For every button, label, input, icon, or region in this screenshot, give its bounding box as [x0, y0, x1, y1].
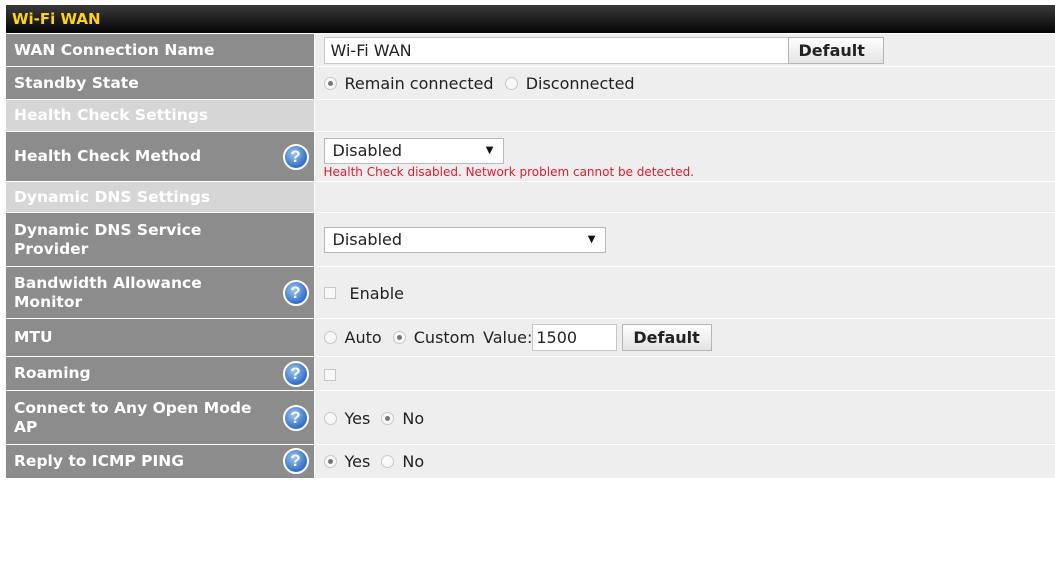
- health-section-cell: [314, 99, 1055, 132]
- connection-name-input[interactable]: Wi-Fi WAN: [323, 36, 789, 64]
- mtu-default-button[interactable]: Default: [622, 324, 713, 351]
- mtu-value-label: Value:: [483, 328, 533, 347]
- roaming-label-cell: Roaming ?: [6, 356, 315, 391]
- row-ddns-provider: Dynamic DNS Service Provider Disabled ▼: [6, 212, 1055, 267]
- open-mode-help-icon[interactable]: ?: [282, 404, 309, 431]
- mtu-auto-radio[interactable]: [323, 331, 337, 344]
- standby-remain-connected-label: Remain connected: [344, 74, 494, 93]
- bandwidth-enable-checkbox[interactable]: [323, 287, 336, 299]
- health-method-select[interactable]: Disabled ▼: [323, 137, 504, 164]
- row-health-section: Health Check Settings: [6, 99, 1055, 132]
- standby-state-cell: Remain connected Disconnected: [314, 66, 1055, 100]
- row-bandwidth: Bandwidth Allowance Monitor ? Enable: [6, 266, 1055, 319]
- panel-title: Wi-Fi WAN: [6, 5, 1055, 33]
- settings-table: WAN Connection Name Wi-Fi WAN Default Sta…: [6, 33, 1055, 478]
- row-roaming: Roaming ?: [6, 356, 1055, 391]
- bandwidth-cell: Enable: [314, 266, 1055, 319]
- row-ddns-section: Dynamic DNS Settings: [6, 181, 1055, 213]
- connection-name-default-button[interactable]: Default: [787, 36, 884, 64]
- health-section-heading: Health Check Settings: [6, 99, 315, 132]
- health-method-selected: Disabled: [332, 140, 403, 160]
- icmp-ping-help-icon[interactable]: ?: [282, 448, 309, 475]
- row-health-method: Health Check Method ? Disabled ▼ Health C…: [6, 131, 1055, 182]
- mtu-label: MTU: [6, 318, 315, 357]
- ddns-provider-label: Dynamic DNS Service Provider: [6, 212, 315, 267]
- standby-state-label: Standby State: [6, 66, 315, 100]
- icmp-ping-cell: Yes No: [314, 444, 1055, 478]
- standby-remain-connected-radio[interactable]: [323, 77, 337, 90]
- standby-disconnected-radio[interactable]: [504, 77, 518, 90]
- icmp-ping-no-radio[interactable]: [381, 455, 395, 469]
- health-method-label-cell: Health Check Method ?: [6, 131, 315, 182]
- icmp-ping-label-cell: Reply to ICMP PING ?: [6, 444, 315, 478]
- open-mode-no-radio[interactable]: [381, 411, 395, 425]
- roaming-cell: [314, 356, 1055, 391]
- mtu-value-input[interactable]: 1500: [532, 324, 618, 351]
- roaming-checkbox[interactable]: [323, 368, 336, 381]
- open-mode-cell: Yes No: [314, 390, 1055, 445]
- mtu-cell: Auto Custom Value: 1500 Default: [314, 318, 1055, 357]
- bandwidth-label-cell: Bandwidth Allowance Monitor ?: [6, 266, 315, 319]
- bandwidth-label: Bandwidth Allowance Monitor: [14, 273, 202, 311]
- mtu-auto-label: Auto: [344, 328, 382, 347]
- open-mode-no-label: No: [402, 408, 425, 428]
- ddns-section-cell: [314, 181, 1055, 213]
- icmp-ping-label: Reply to ICMP PING: [14, 451, 184, 470]
- health-method-help-icon[interactable]: ?: [282, 143, 309, 170]
- dropdown-arrow-icon: ▼: [587, 233, 596, 245]
- row-icmp-ping: Reply to ICMP PING ? Yes No: [6, 444, 1055, 478]
- roaming-label: Roaming: [14, 364, 91, 382]
- icmp-ping-no-label: No: [402, 452, 425, 472]
- open-mode-label: Connect to Any Open Mode AP: [14, 398, 252, 436]
- roaming-help-icon[interactable]: ?: [282, 360, 309, 387]
- row-open-mode: Connect to Any Open Mode AP ? Yes No: [6, 390, 1055, 445]
- health-method-warning: Health Check disabled. Network problem c…: [323, 164, 695, 179]
- standby-disconnected-label: Disconnected: [525, 74, 635, 93]
- row-mtu: MTU Auto Custom Value: 1500 Default: [6, 318, 1055, 357]
- health-method-cell: Disabled ▼ Health Check disabled. Network…: [314, 131, 1055, 182]
- ddns-section-heading: Dynamic DNS Settings: [6, 181, 315, 213]
- open-mode-yes-radio[interactable]: [323, 411, 337, 425]
- icmp-ping-yes-label: Yes: [344, 452, 371, 472]
- row-standby-state: Standby State Remain connected Disconnec…: [6, 66, 1055, 100]
- connection-name-cell: Wi-Fi WAN Default: [314, 33, 1055, 67]
- mtu-custom-label: Custom: [413, 328, 476, 347]
- bandwidth-enable-label: Enable: [349, 283, 405, 303]
- icmp-ping-yes-radio[interactable]: [323, 455, 337, 469]
- connection-name-label: WAN Connection Name: [6, 33, 315, 67]
- ddns-provider-select[interactable]: Disabled ▼: [323, 226, 606, 253]
- open-mode-yes-label: Yes: [344, 408, 371, 428]
- ddns-provider-cell: Disabled ▼: [314, 212, 1055, 267]
- bandwidth-help-icon[interactable]: ?: [282, 279, 309, 306]
- row-connection-name: WAN Connection Name Wi-Fi WAN Default: [6, 33, 1055, 67]
- health-method-label: Health Check Method: [14, 147, 202, 165]
- mtu-custom-radio[interactable]: [392, 331, 406, 344]
- dropdown-arrow-icon: ▼: [485, 144, 494, 156]
- wifi-wan-panel: Wi-Fi WAN WAN Connection Name Wi-Fi WAN D…: [6, 5, 1055, 561]
- ddns-provider-selected: Disabled: [332, 229, 403, 249]
- open-mode-label-cell: Connect to Any Open Mode AP ?: [6, 390, 315, 445]
